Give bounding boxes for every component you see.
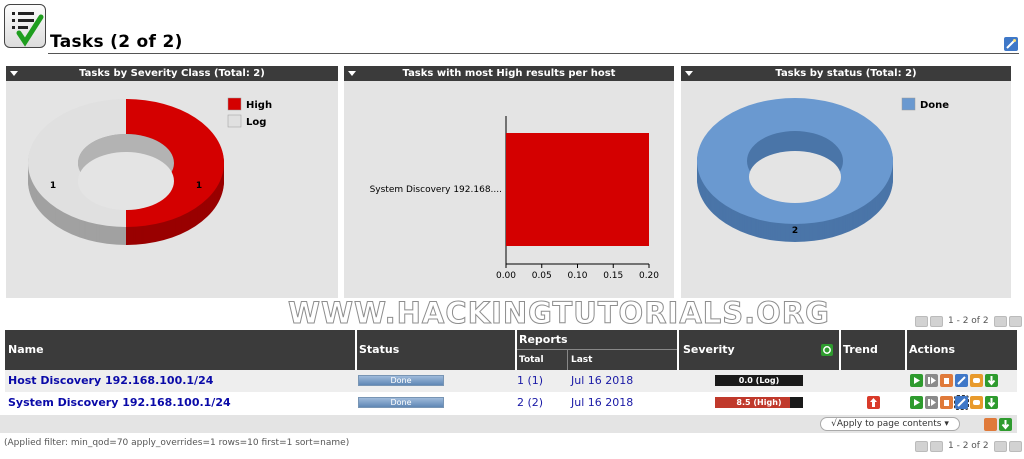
x-tick-label: 0.15 [603,271,623,281]
row-actions [910,395,998,410]
last-report-link[interactable]: Jul 16 2018 [571,392,633,414]
applied-filter-text: (Applied filter: min_qod=70 apply_overri… [4,438,350,448]
apply-select-label: √Apply to page contents [831,419,942,429]
x-tick-label: 0.00 [496,271,516,281]
severity-bar: 8.5 (High) [715,397,803,408]
column-header-total[interactable]: Total [519,355,544,365]
header-divider [48,53,1019,54]
legend-label-done: Done [920,100,949,111]
clone-icon[interactable] [970,374,983,387]
high-results-panel-title: Tasks with most High results per host [402,68,616,79]
clone-icon[interactable] [970,396,983,409]
task-status-panel-header[interactable]: Tasks by status (Total: 2) [681,66,1011,81]
bar[interactable] [506,133,649,246]
trashcan-icon[interactable] [940,374,953,387]
task-status-panel-title: Tasks by status (Total: 2) [775,68,917,79]
task-name-link[interactable]: System Discovery 192.168.100.1/24 [8,392,231,414]
pager-text: 1 - 2 of 2 [948,316,989,326]
slice-value-label: 1 [50,181,56,191]
chevron-down-icon: ▾ [944,419,949,429]
panel-menu-arrow-icon[interactable] [10,71,18,76]
severity-class-panel: Tasks by Severity Class (Total: 2) 1 1 Hig… [6,66,338,298]
last-report-link[interactable]: Jul 16 2018 [571,370,633,392]
task-status-donut-chart: 2 Done [697,97,949,242]
refresh-icon[interactable] [821,344,833,356]
severity-class-panel-title: Tasks by Severity Class (Total: 2) [79,68,265,79]
page-title: Tasks (2 of 2) [50,32,183,52]
panel-menu-arrow-icon[interactable] [348,71,356,76]
status-label: Done [390,398,412,407]
severity-class-panel-header[interactable]: Tasks by Severity Class (Total: 2) [6,66,338,81]
first-page-button[interactable] [915,440,928,452]
severity-label: 8.5 (High) [736,398,782,407]
trashcan-icon[interactable] [940,396,953,409]
first-page-button[interactable] [915,315,928,327]
next-page-button[interactable] [993,315,1007,327]
resume-icon[interactable] [925,396,938,409]
apply-to-page-select[interactable]: √Apply to page contents ▾ [820,417,960,431]
table-row: System Discovery 192.168.100.1/24 Done 2… [5,392,1017,414]
donut-hole-center [749,151,841,203]
slice-value-label: 2 [792,226,798,236]
trashcan-bulk-icon[interactable] [984,418,997,431]
severity-bar: 0.0 (Log) [715,375,803,386]
pager-top: 1 - 2 of 2 [915,315,1022,327]
export-icon[interactable] [985,396,998,409]
previous-page-button[interactable] [930,315,943,327]
column-header-actions: Actions [909,343,955,356]
start-icon[interactable] [910,374,923,387]
x-tick-label: 0.05 [532,271,552,281]
previous-page-button[interactable] [930,440,943,452]
status-progress-bar: Done [358,375,444,386]
edit-icon[interactable] [954,395,969,410]
tasks-logo-icon [4,4,46,48]
legend-swatch-done [901,97,916,111]
edit-icon[interactable] [955,374,968,387]
task-name-link[interactable]: Host Discovery 192.168.100.1/24 [8,370,213,392]
last-page-button[interactable] [1008,440,1022,452]
column-header-trend: Trend [843,343,878,356]
task-status-panel: Tasks by status (Total: 2) 2 Done [681,66,1011,298]
table-row: Host Discovery 192.168.100.1/24 Done 1 (… [5,370,1017,392]
export-icon[interactable] [985,374,998,387]
pager-bottom: 1 - 2 of 2 [915,440,1022,452]
table-header [5,330,355,370]
legend-label-high: High [246,100,272,111]
severity-donut-chart: 1 1 High Log [28,97,272,245]
row-actions [910,374,998,387]
resume-icon[interactable] [925,374,938,387]
slice-value-label: 1 [196,181,202,191]
watermark: WWW.HACKINGTUTORIALS.ORG [288,296,830,331]
high-results-panel: Tasks with most High results per host Sy… [344,66,674,298]
column-header-status[interactable]: Status [359,343,399,356]
legend-label-log: Log [246,117,266,128]
x-tick-label: 0.20 [639,271,659,281]
status-label: Done [390,376,412,385]
reports-total-link[interactable]: 1 (1) [517,370,543,392]
trend-up-icon [867,396,880,409]
high-results-panel-header[interactable]: Tasks with most High results per host [344,66,674,81]
export-bulk-icon[interactable] [999,418,1012,431]
last-page-button[interactable] [1008,315,1022,327]
panel-menu-arrow-icon[interactable] [685,71,693,76]
category-label: System Discovery 192.168.... [370,185,502,195]
wizard-icon[interactable] [1004,37,1018,51]
status-progress-bar: Done [358,397,444,408]
legend-swatch-log [227,114,242,128]
column-header-last[interactable]: Last [571,355,592,365]
donut-hole-center [78,152,174,210]
severity-label: 0.0 (Log) [738,376,780,385]
column-header-reports: Reports [519,333,568,346]
start-icon[interactable] [910,396,923,409]
pager-text: 1 - 2 of 2 [948,441,989,451]
x-tick-label: 0.10 [567,271,587,281]
high-results-bar-chart: System Discovery 192.168.... 0.00 0.05 0.10… [370,116,659,281]
reports-total-link[interactable]: 2 (2) [517,392,543,414]
column-header-severity[interactable]: Severity [683,343,735,356]
legend-swatch-high [227,97,242,111]
column-header-name[interactable]: Name [8,343,44,356]
next-page-button[interactable] [993,440,1007,452]
